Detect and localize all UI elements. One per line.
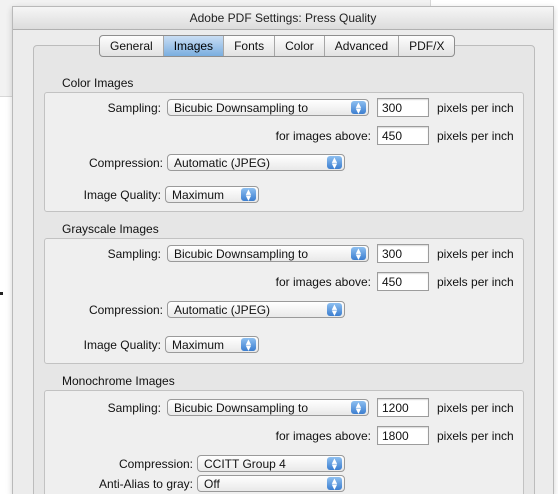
tab-images[interactable]: Images bbox=[163, 36, 225, 56]
tab-color[interactable]: Color bbox=[275, 36, 325, 56]
color-compression-popup[interactable]: Automatic (JPEG) ▲ ▼ bbox=[167, 154, 345, 171]
gray-quality-value: Maximum bbox=[172, 338, 225, 352]
color-above-unit: pixels per inch bbox=[437, 129, 514, 143]
mono-above-unit: pixels per inch bbox=[437, 429, 514, 443]
pdf-settings-dialog: Adobe PDF Settings: Press Quality Genera… bbox=[12, 6, 554, 494]
gray-sampling-label: Sampling: bbox=[107, 247, 161, 261]
up-down-arrows-icon: ▲ ▼ bbox=[241, 338, 256, 352]
up-down-arrows-icon: ▲ ▼ bbox=[351, 247, 366, 261]
gray-quality-popup[interactable]: Maximum ▲ ▼ bbox=[165, 336, 259, 353]
color-quality-label: Image Quality: bbox=[83, 188, 161, 202]
gray-ppi-unit: pixels per inch bbox=[437, 247, 514, 261]
mono-above-field[interactable]: 1800 bbox=[377, 426, 429, 445]
mono-sampling-ppi-field[interactable]: 1200 bbox=[377, 398, 429, 417]
color-ppi-unit: pixels per inch bbox=[437, 101, 514, 115]
color-sampling-value: Bicubic Downsampling to bbox=[174, 101, 309, 115]
tab-pdfx[interactable]: PDF/X bbox=[399, 36, 454, 56]
gray-above-unit: pixels per inch bbox=[437, 275, 514, 289]
mono-antialias-value: Off bbox=[204, 477, 220, 491]
up-down-arrows-icon: ▲ ▼ bbox=[327, 457, 342, 471]
monochrome-images-title: Monochrome Images bbox=[62, 374, 175, 388]
tab-bar: General Images Fonts Color Advanced PDF/… bbox=[99, 35, 456, 57]
color-compression-label: Compression: bbox=[88, 156, 163, 170]
gray-sampling-value: Bicubic Downsampling to bbox=[174, 247, 309, 261]
monochrome-images-group: Sampling: Bicubic Downsampling to ▲ ▼ 120… bbox=[44, 390, 524, 494]
mono-sampling-label: Sampling: bbox=[107, 401, 161, 415]
up-down-arrows-icon: ▲ ▼ bbox=[327, 303, 342, 317]
color-quality-popup[interactable]: Maximum ▲ ▼ bbox=[165, 186, 259, 203]
color-above-label: for images above: bbox=[275, 129, 371, 143]
grayscale-images-title: Grayscale Images bbox=[62, 222, 159, 236]
gray-sampling-ppi-field[interactable]: 300 bbox=[377, 244, 429, 263]
background-artifact bbox=[0, 292, 3, 295]
mono-compression-popup[interactable]: CCITT Group 4 ▲ ▼ bbox=[197, 455, 345, 472]
grayscale-images-group: Sampling: Bicubic Downsampling to ▲ ▼ 300… bbox=[44, 238, 524, 364]
mono-sampling-popup[interactable]: Bicubic Downsampling to ▲ ▼ bbox=[167, 399, 369, 416]
mono-ppi-unit: pixels per inch bbox=[437, 401, 514, 415]
up-down-arrows-icon: ▲ ▼ bbox=[241, 188, 256, 202]
tab-fonts[interactable]: Fonts bbox=[224, 36, 276, 56]
gray-above-label: for images above: bbox=[275, 275, 371, 289]
up-down-arrows-icon: ▲ ▼ bbox=[351, 401, 366, 415]
mono-antialias-popup[interactable]: Off ▲ ▼ bbox=[197, 475, 345, 492]
tab-general[interactable]: General bbox=[100, 36, 164, 56]
mono-antialias-label: Anti-Alias to gray: bbox=[98, 477, 193, 491]
mono-compression-label: Compression: bbox=[118, 457, 193, 471]
gray-compression-label: Compression: bbox=[88, 303, 163, 317]
mono-compression-value: CCITT Group 4 bbox=[204, 457, 286, 471]
up-down-arrows-icon: ▲ ▼ bbox=[327, 156, 342, 170]
color-compression-value: Automatic (JPEG) bbox=[174, 156, 271, 170]
color-sampling-ppi-field[interactable]: 300 bbox=[377, 98, 429, 117]
mono-sampling-value: Bicubic Downsampling to bbox=[174, 401, 309, 415]
gray-sampling-popup[interactable]: Bicubic Downsampling to ▲ ▼ bbox=[167, 245, 369, 262]
tab-advanced[interactable]: Advanced bbox=[325, 36, 400, 56]
color-sampling-label: Sampling: bbox=[107, 101, 161, 115]
color-images-title: Color Images bbox=[62, 76, 134, 90]
gray-compression-popup[interactable]: Automatic (JPEG) ▲ ▼ bbox=[167, 301, 345, 318]
window-title: Adobe PDF Settings: Press Quality bbox=[13, 7, 553, 30]
gray-compression-value: Automatic (JPEG) bbox=[174, 303, 271, 317]
color-quality-value: Maximum bbox=[172, 188, 225, 202]
color-images-group: Sampling: Bicubic Downsampling to ▲ ▼ 300… bbox=[44, 92, 524, 212]
up-down-arrows-icon: ▲ ▼ bbox=[351, 101, 366, 115]
gray-above-field[interactable]: 450 bbox=[377, 272, 429, 291]
color-above-field[interactable]: 450 bbox=[377, 126, 429, 145]
gray-quality-label: Image Quality: bbox=[83, 338, 161, 352]
screen: Adobe PDF Settings: Press Quality Genera… bbox=[0, 0, 558, 494]
color-sampling-popup[interactable]: Bicubic Downsampling to ▲ ▼ bbox=[167, 99, 369, 116]
images-pane: Color Images Sampling: Bicubic Downsampl… bbox=[33, 45, 535, 494]
mono-above-label: for images above: bbox=[275, 429, 371, 443]
up-down-arrows-icon: ▲ ▼ bbox=[327, 477, 342, 491]
